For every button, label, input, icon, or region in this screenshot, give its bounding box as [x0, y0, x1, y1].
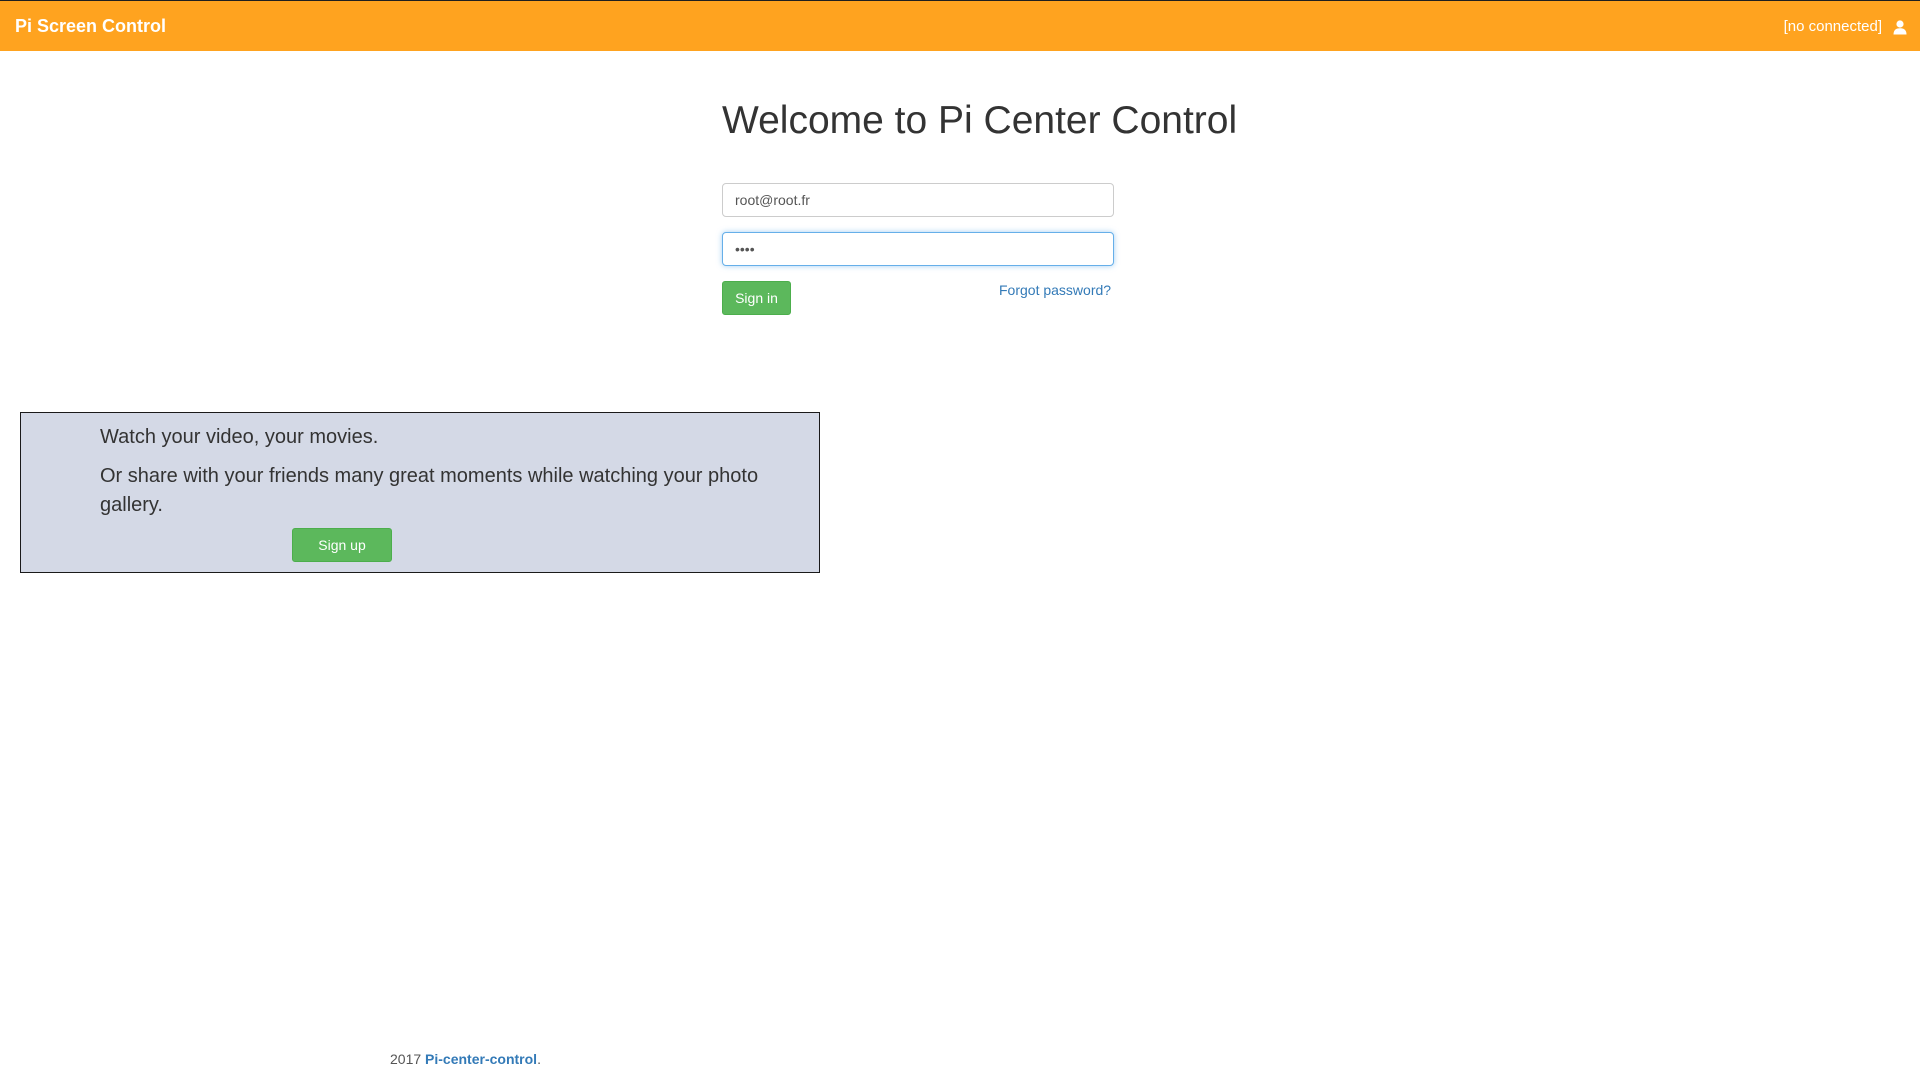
user-status: [no connected]	[1784, 18, 1908, 35]
sign-up-button[interactable]: Sign up	[292, 528, 392, 562]
promo-text-video: Watch your video, your movies.	[100, 426, 379, 448]
email-field[interactable]	[722, 183, 1114, 217]
promo-text-share: Or share with your friends many great mo…	[100, 465, 759, 516]
user-icon[interactable]	[1892, 19, 1908, 35]
sign-in-button[interactable]: Sign in	[722, 281, 791, 315]
page-title: Welcome to Pi Center Control	[722, 99, 1238, 142]
forgot-password-link[interactable]: Forgot password?	[999, 282, 1111, 298]
footer: 2017 Pi-center-control.	[390, 1051, 541, 1067]
password-field[interactable]	[722, 232, 1114, 266]
footer-suffix: .	[537, 1051, 541, 1067]
footer-link[interactable]: Pi-center-control	[425, 1051, 537, 1067]
brand-link[interactable]: Pi Screen Control	[15, 16, 166, 37]
top-navbar: Pi Screen Control [no connected]	[0, 0, 1920, 51]
promo-panel: Watch your video, your movies. Or share …	[20, 412, 820, 573]
footer-year: 2017	[390, 1051, 422, 1067]
connection-status-text: [no connected]	[1783, 18, 1882, 35]
